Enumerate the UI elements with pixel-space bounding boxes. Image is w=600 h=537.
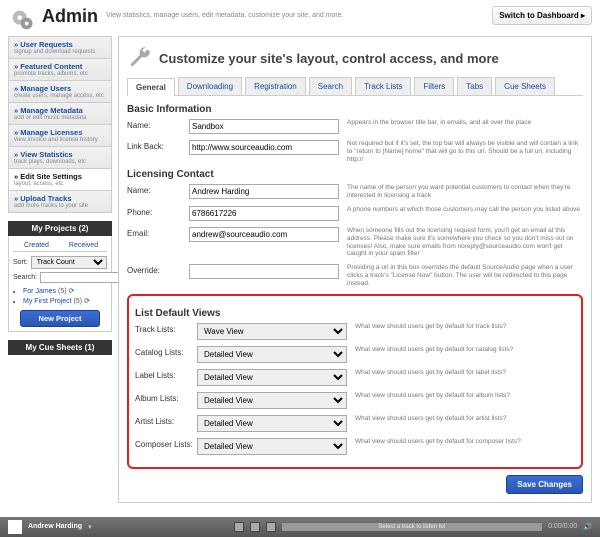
track-progress[interactable]: Select a track to listen to! [282, 523, 542, 531]
label-lic-phone: Phone: [127, 206, 189, 217]
linkback-input[interactable] [189, 140, 339, 155]
project-list: For James (5) ⟳ My First Project (5) ⟳ [13, 286, 107, 306]
track-lists-select[interactable]: Wave View [197, 323, 347, 340]
label-lic-email: Email: [127, 227, 189, 238]
label-catalog-lists: Catalog Lists: [135, 346, 197, 357]
tab-received[interactable]: Received [60, 240, 107, 251]
licensing-email-input[interactable] [189, 227, 339, 242]
help-album-lists: What view should users get by default fo… [347, 392, 575, 400]
nav-manage-users[interactable]: » Manage Userscreate users, manage acces… [9, 81, 111, 103]
tab-general[interactable]: General [127, 78, 175, 96]
sort-label: Sort: [13, 259, 28, 266]
my-projects-panel: My Projects (2) Created Received Sort: T… [8, 221, 112, 332]
avatar [8, 520, 22, 534]
audio-player-bar: Andrew Harding ▾ Select a track to liste… [0, 517, 600, 537]
nav-manage-metadata[interactable]: » Manage Metadataadd or edit music metad… [9, 103, 111, 125]
tab-track-lists[interactable]: Track Lists [355, 77, 411, 95]
help-label-lists: What view should users get by default fo… [347, 369, 575, 377]
help-lic-phone: A phone numbers at which those customers… [339, 206, 583, 214]
prev-track-button[interactable] [234, 522, 244, 532]
help-linkback: Not required but if it's set, the top ba… [339, 140, 583, 163]
panel-title-projects: My Projects (2) [8, 221, 112, 236]
help-artist-lists: What view should users get by default fo… [347, 415, 575, 423]
header-bar: Admin View statistics, manage users, edi… [0, 0, 600, 36]
tab-downloading[interactable]: Downloading [178, 77, 242, 95]
page-tagline: View statistics, manage users, edit meta… [106, 12, 492, 19]
label-artist-lists: Artist Lists: [135, 415, 197, 426]
settings-heading: Customize your site's layout, control ac… [159, 51, 499, 66]
list-default-views-highlight: List Default Views Track Lists:Wave View… [127, 294, 583, 469]
tab-cue-sheets[interactable]: Cue Sheets [495, 77, 555, 95]
switch-dashboard-button[interactable]: Switch to Dashboard ▸ [492, 6, 592, 25]
label-lists-select[interactable]: Detailed View [197, 369, 347, 386]
sort-select[interactable]: Track Count [31, 256, 107, 269]
help-catalog-lists: What view should users get by default fo… [347, 346, 575, 354]
tab-tabs[interactable]: Tabs [457, 77, 492, 95]
tab-filters[interactable]: Filters [414, 77, 454, 95]
label-label-lists: Label Lists: [135, 369, 197, 380]
site-name-input[interactable] [189, 119, 339, 134]
tab-search[interactable]: Search [309, 77, 352, 95]
section-licensing-contact: Licensing Contact [127, 169, 583, 180]
new-project-button[interactable]: New Project [20, 310, 100, 327]
nav-upload-tracks[interactable]: » Upload Tracksadd more tracks to your s… [9, 191, 111, 212]
save-changes-button[interactable]: Save Changes [506, 475, 583, 494]
project-item[interactable]: For James (5) ⟳ [13, 286, 107, 296]
help-track-lists: What view should users get by default fo… [347, 323, 575, 331]
wrench-icon [127, 45, 153, 71]
nav-featured-content[interactable]: » Featured Contentpromote tracks, albums… [9, 59, 111, 81]
help-composer-lists: What view should users get by default fo… [347, 438, 575, 446]
label-track-lists: Track Lists: [135, 323, 197, 334]
player-user-name: Andrew Harding [28, 523, 82, 530]
help-lic-override: Providing a url in this box overrides th… [339, 264, 583, 287]
label-lic-override: Override: [127, 264, 189, 275]
gear-icon [8, 6, 36, 34]
time-display: 0:00/0:00 [548, 523, 577, 530]
nav-view-statistics[interactable]: » View Statisticstrack plays, downloads,… [9, 147, 111, 169]
label-linkback: Link Back: [127, 140, 189, 151]
section-list-default-views: List Default Views [135, 308, 575, 319]
panel-title-cue-sheets[interactable]: My Cue Sheets (1) [8, 340, 112, 355]
settings-form: Customize your site's layout, control ac… [118, 36, 592, 503]
dropdown-icon[interactable]: ▾ [88, 523, 92, 531]
tab-created[interactable]: Created [13, 240, 60, 251]
licensing-override-input[interactable] [189, 264, 339, 279]
search-label: Search: [13, 274, 37, 281]
section-basic-info: Basic Information [127, 104, 583, 115]
label-lic-name: Name: [127, 184, 189, 195]
nav-manage-licenses[interactable]: » Manage Licensesview invoice and licens… [9, 125, 111, 147]
projects-tabs: Created Received [13, 240, 107, 252]
sidebar: » User Requestssignup and download reque… [8, 36, 112, 503]
play-button[interactable] [250, 522, 260, 532]
licensing-name-input[interactable] [189, 184, 339, 199]
next-track-button[interactable] [266, 522, 276, 532]
licensing-phone-input[interactable] [189, 206, 339, 221]
label-composer-lists: Composer Lists: [135, 438, 197, 449]
label-album-lists: Album Lists: [135, 392, 197, 403]
page-title: Admin [42, 6, 98, 27]
help-lic-name: The name of the person you want potentia… [339, 184, 583, 200]
nav-edit-site-settings[interactable]: » Edit Site Settingslayout, access, etc [9, 169, 111, 191]
my-cue-sheets-panel: My Cue Sheets (1) [8, 340, 112, 355]
artist-lists-select[interactable]: Detailed View [197, 415, 347, 432]
catalog-lists-select[interactable]: Detailed View [197, 346, 347, 363]
tab-registration[interactable]: Registration [245, 77, 306, 95]
album-lists-select[interactable]: Detailed View [197, 392, 347, 409]
help-name: Appears in the browser title bar, in ema… [339, 119, 583, 127]
nav-user-requests[interactable]: » User Requestssignup and download reque… [9, 37, 111, 59]
volume-icon[interactable]: 🔊 [583, 523, 592, 531]
settings-tabs: General Downloading Registration Search … [127, 77, 583, 96]
project-item[interactable]: My First Project (5) ⟳ [13, 296, 107, 306]
help-lic-email: When someone fills out the licensing req… [339, 227, 583, 258]
label-name: Name: [127, 119, 189, 130]
admin-nav: » User Requestssignup and download reque… [8, 36, 112, 213]
composer-lists-select[interactable]: Detailed View [197, 438, 347, 455]
